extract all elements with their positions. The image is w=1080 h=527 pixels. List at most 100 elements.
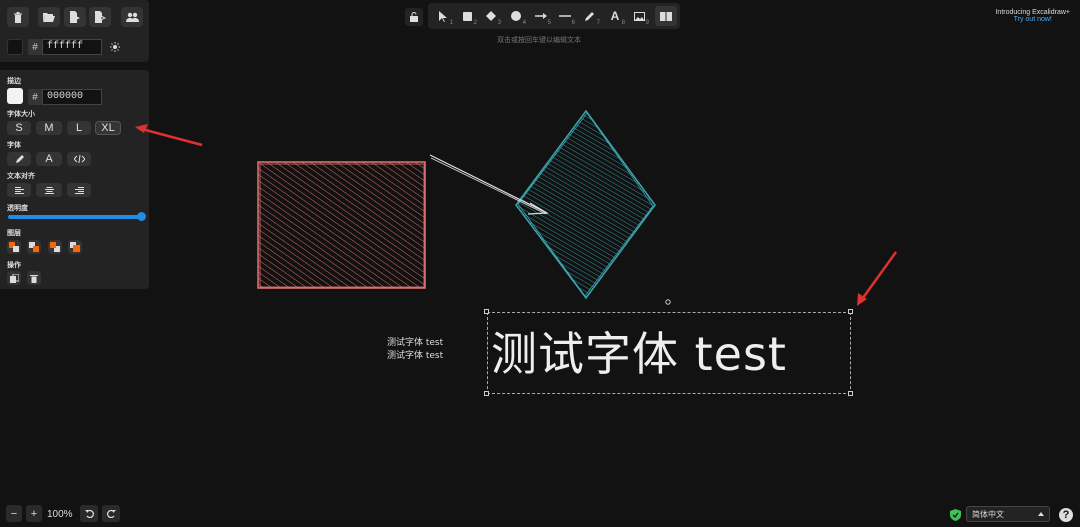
tool-selection[interactable]: 1 [432,6,454,26]
zoom-out-button[interactable]: − [6,505,22,522]
bring-forward-button[interactable] [48,240,62,254]
pencil-icon [15,154,24,163]
tool-image[interactable]: 9 [628,6,650,26]
small-text-2[interactable]: 测试字体 test [387,348,443,361]
font-size-m-button[interactable]: M [36,121,62,135]
font-hand-drawn-button[interactable] [7,152,31,166]
hash-label: # [28,89,42,105]
sun-icon [110,42,120,52]
diamond-icon [486,11,496,21]
collaborate-button[interactable] [121,7,143,27]
tool-ellipse[interactable]: 4 [505,6,527,26]
bring-to-front-icon [70,242,80,252]
red-rectangle[interactable] [257,161,426,289]
canvas-panel: # ffffff [0,0,149,62]
font-code-button[interactable] [67,152,91,166]
zoom-in-button[interactable]: + [26,505,42,522]
text-align-label: 文本对齐 [7,173,35,180]
font-size-l-button[interactable]: L [67,121,91,135]
send-to-back-icon [9,242,19,252]
book-icon [660,11,672,21]
shield-check-icon [950,509,961,521]
redo-button[interactable] [102,505,120,522]
background-hex-input[interactable]: ffffff [42,39,102,55]
tool-arrow[interactable]: 5 [530,6,552,26]
drawing-canvas[interactable] [0,0,1080,527]
font-family-label: 字体 [7,142,21,149]
send-backward-icon [29,242,39,252]
font-size-s-button[interactable]: S [7,121,31,135]
send-backward-button[interactable] [27,240,41,254]
delete-button[interactable] [27,271,41,285]
save-button[interactable] [64,7,86,27]
opacity-label: 透明度 [7,205,28,212]
ellipse-icon [511,11,521,21]
small-text-1[interactable]: 测试字体 test [387,335,443,348]
language-select[interactable]: 简体中文 [966,506,1050,522]
promo-link[interactable]: Try out now! [995,16,1070,23]
tool-rectangle[interactable]: 2 [456,6,478,26]
teal-diamond[interactable] [515,109,656,300]
align-center-icon [44,186,54,194]
text-tool-glyph: A [610,9,620,23]
export-image-button[interactable] [89,7,111,27]
stroke-color-swatch[interactable] [7,88,23,104]
language-value: 简体中文 [972,509,1004,519]
library-button[interactable] [655,6,677,26]
caret-up-icon [1038,512,1044,516]
font-normal-button[interactable]: A [36,152,62,166]
bring-forward-icon [50,242,60,252]
opacity-slider-track[interactable] [8,215,142,219]
align-left-icon [14,186,24,194]
undo-icon [84,509,94,518]
opacity-slider-thumb[interactable] [137,212,146,221]
export-icon [70,11,80,23]
align-right-icon [74,186,84,194]
encryption-indicator[interactable] [950,508,961,521]
font-size-xl-button[interactable]: XL [95,121,121,135]
tool-diamond[interactable]: 3 [480,6,502,26]
resize-handle-tr[interactable] [848,309,853,314]
tool-text[interactable]: A 8 [604,6,626,26]
tool-line[interactable]: 6 [554,6,576,26]
arrow-icon [535,13,547,19]
trash-icon [30,274,38,283]
resize-handle-bl[interactable] [484,391,489,396]
tool-draw[interactable]: 7 [579,6,601,26]
open-button[interactable] [38,7,60,27]
clear-canvas-button[interactable] [7,7,29,27]
background-color-swatch[interactable] [7,39,23,55]
edit-text-hint: 双击或按回车键以编辑文本 [497,37,581,44]
duplicate-icon [9,273,19,283]
users-icon [125,12,139,22]
help-button[interactable]: ? [1059,508,1073,522]
white-arrow[interactable] [429,154,550,215]
code-icon [73,155,85,163]
excalidraw-plus-promo[interactable]: Introducing Excalidraw+ Try out now! [995,9,1070,23]
align-left-button[interactable] [7,183,31,197]
selected-text[interactable]: 测试字体 test [491,318,787,384]
duplicate-button[interactable] [7,271,21,285]
hash-label: # [28,39,42,55]
bring-to-front-button[interactable] [68,240,82,254]
rotation-handle[interactable] [665,299,671,305]
send-to-back-button[interactable] [7,240,21,254]
zoom-level[interactable]: 100% [47,509,73,520]
theme-toggle[interactable] [108,39,122,55]
stroke-label: 描边 [7,78,21,85]
lock-button[interactable] [405,8,423,26]
actions-label: 操作 [7,262,21,269]
unlock-icon [409,12,418,22]
trash-icon [14,11,22,23]
promo-title: Introducing Excalidraw+ [995,9,1070,16]
rectangle-icon [462,11,472,21]
resize-handle-tl[interactable] [484,309,489,314]
align-center-button[interactable] [36,183,62,197]
align-right-button[interactable] [67,183,91,197]
cursor-icon [439,10,447,22]
image-icon [633,11,645,21]
stroke-hex-input[interactable]: 000000 [42,89,102,105]
pencil-icon [585,12,594,21]
undo-button[interactable] [80,505,98,522]
resize-handle-br[interactable] [848,391,853,396]
